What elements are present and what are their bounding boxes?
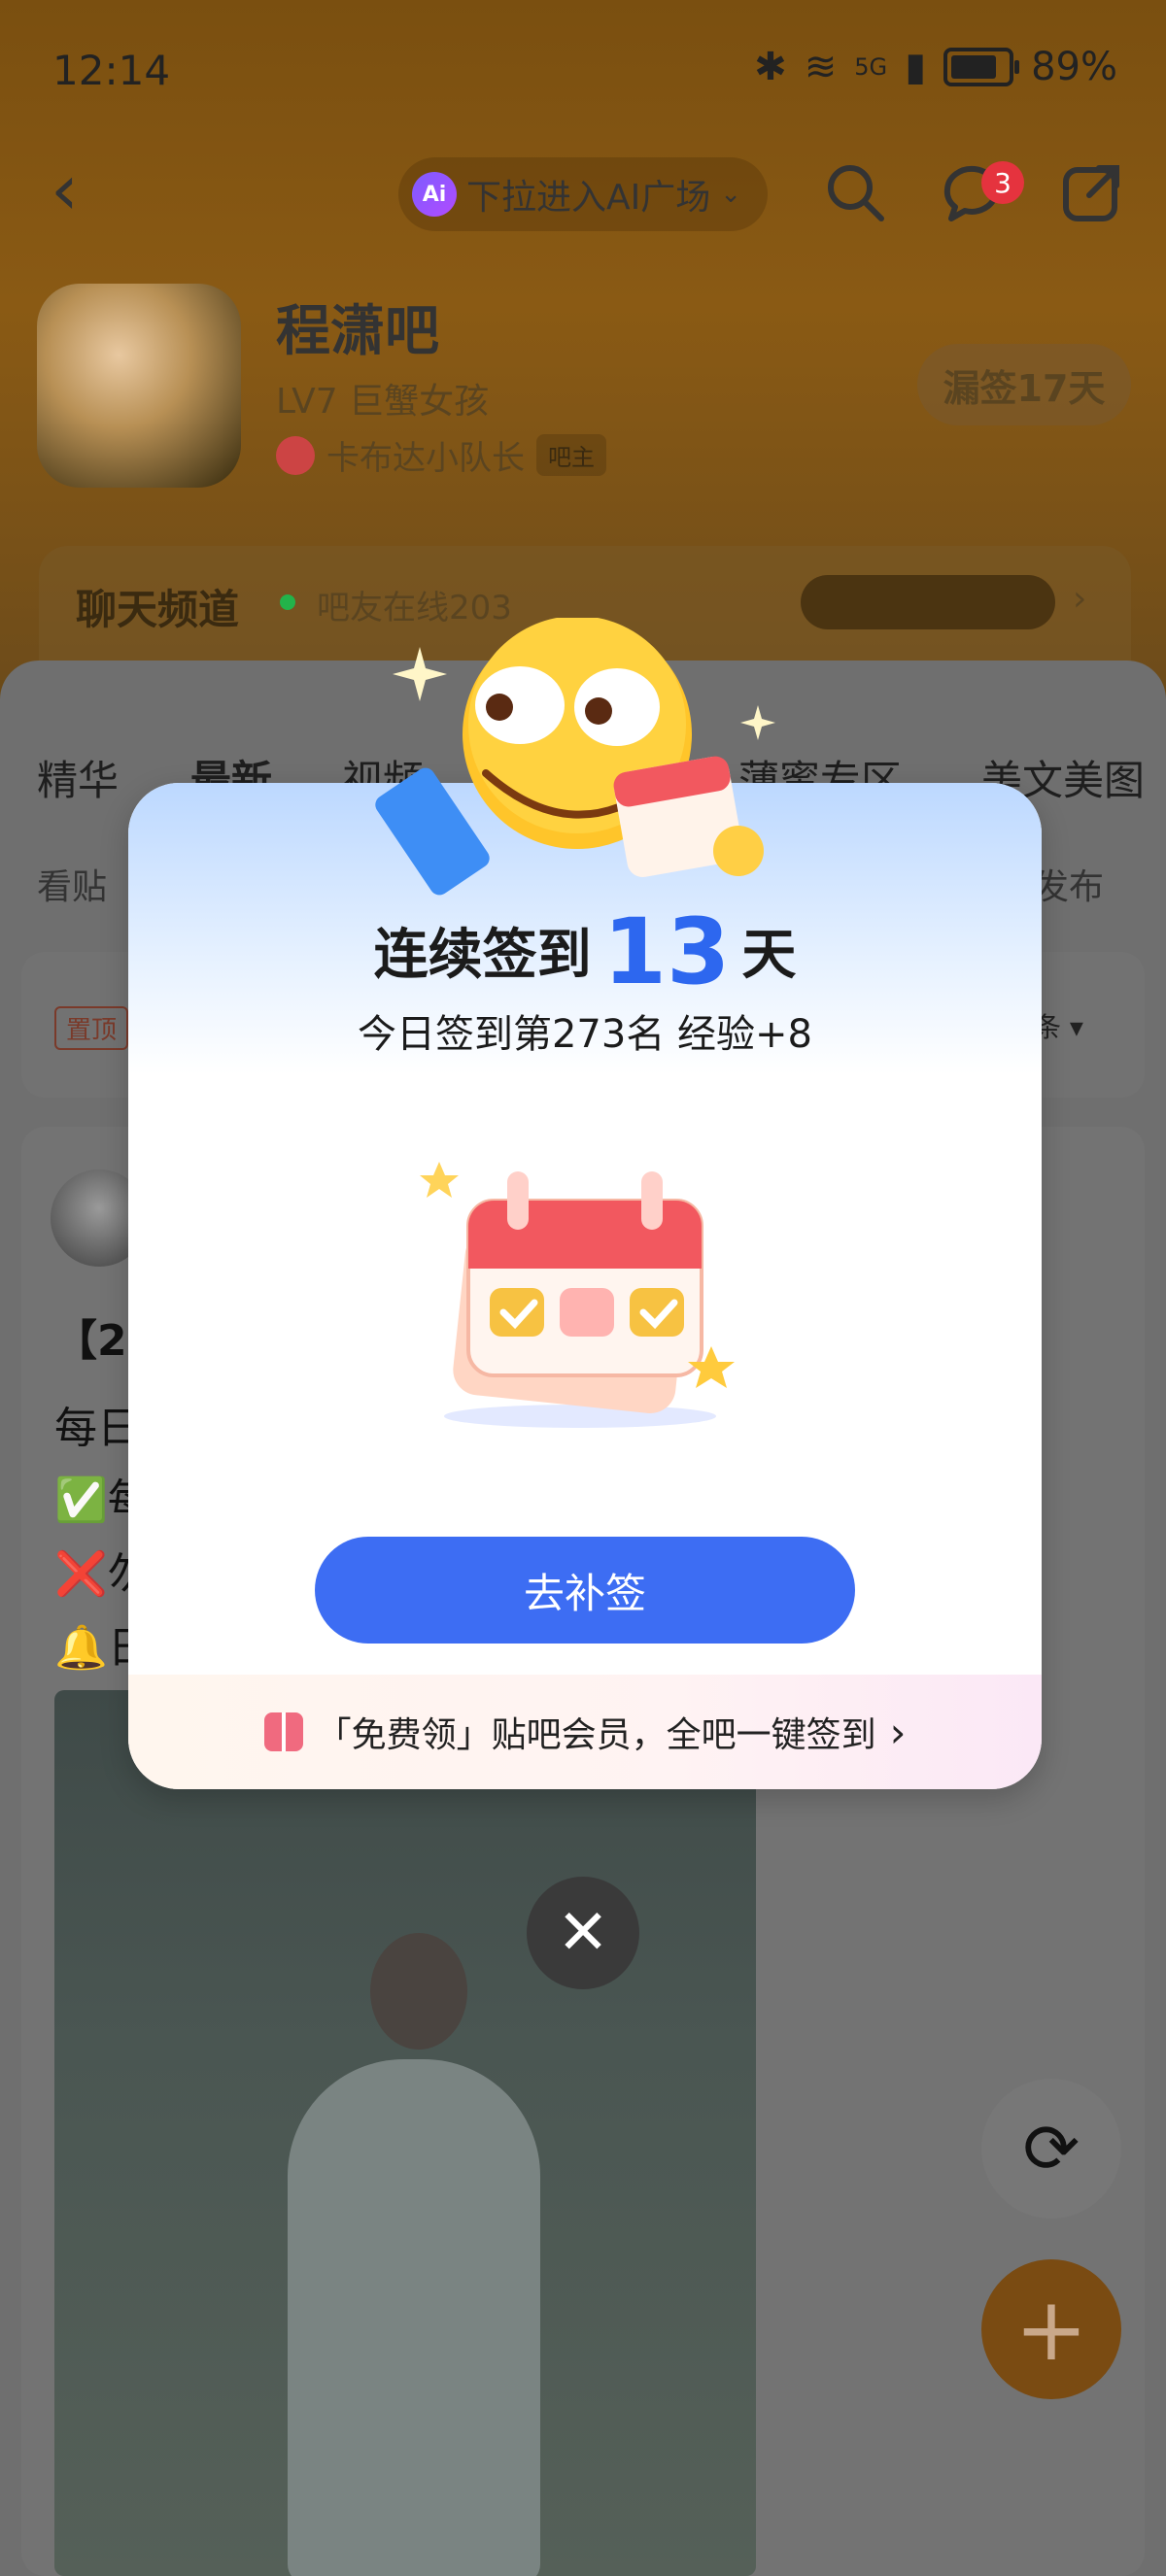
streak-suffix: 天 (741, 924, 797, 987)
signin-rank: 今日签到第273名 经验+8 (357, 1012, 813, 1057)
streak-heading: 连续签到 13 天 (128, 899, 1042, 1005)
streak-prefix: 连续签到 (373, 924, 592, 987)
calendar-icon (420, 1162, 735, 1428)
streak-days: 13 (602, 899, 731, 1005)
vip-promo-bar[interactable]: 「免费领」贴吧会员，全吧一键签到 › (128, 1675, 1042, 1789)
close-icon[interactable]: ✕ (527, 1877, 639, 1989)
gift-icon (263, 1712, 303, 1751)
chevron-right-icon: › (889, 1708, 907, 1756)
makeup-signin-button[interactable]: 去补签 (315, 1537, 855, 1644)
emoji-mascot-icon (375, 618, 775, 896)
promo-text: 「免费领」贴吧会员，全吧一键签到 (316, 1715, 876, 1755)
signin-modal: 连续签到 13 天 今日签到第273名 经验+8 去补签 「免费领」贴吧会员，全吧一… (128, 783, 1042, 1789)
